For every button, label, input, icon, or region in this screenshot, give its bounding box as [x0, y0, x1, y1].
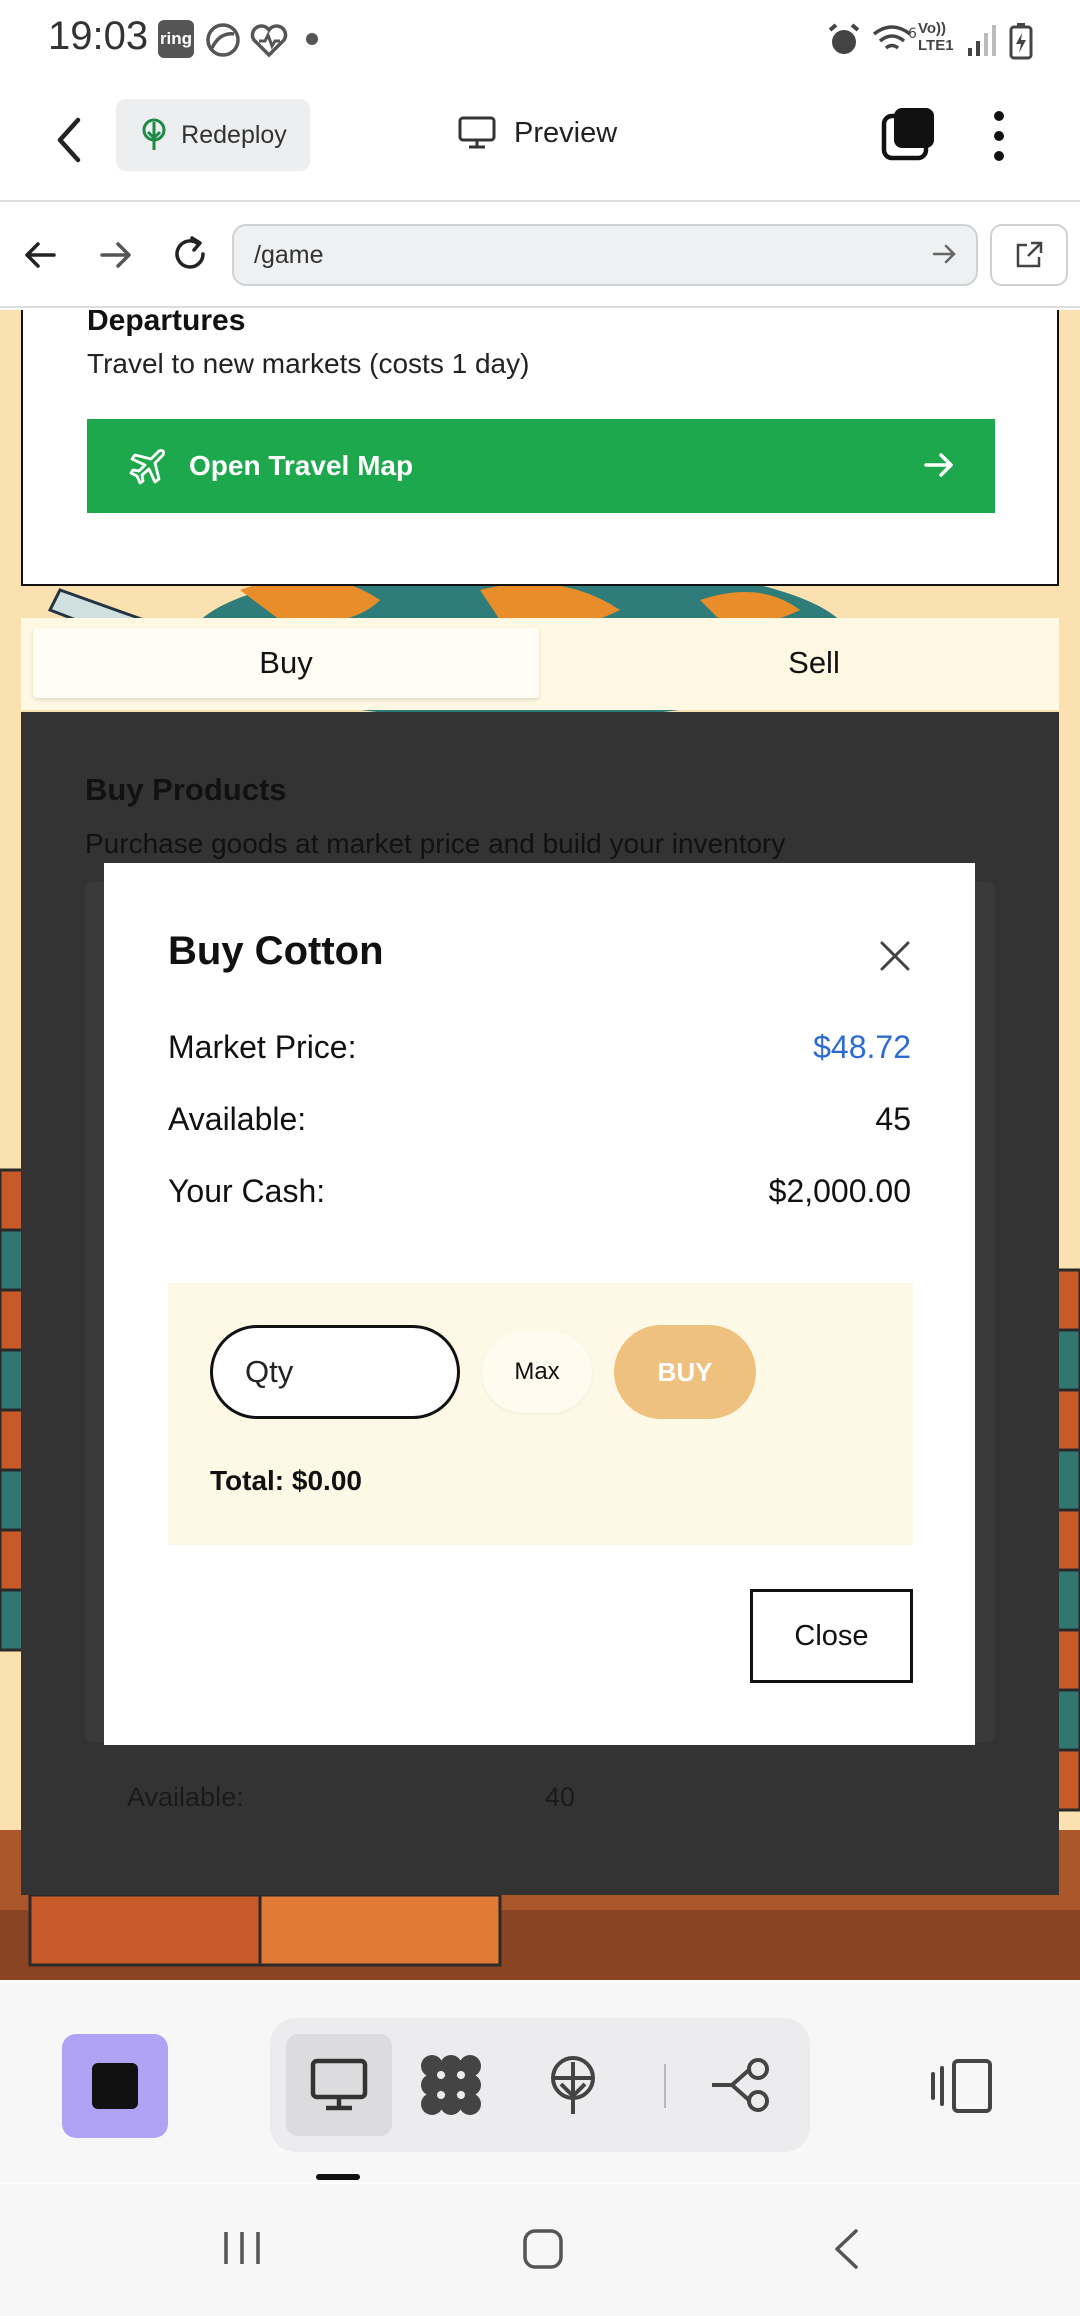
health-icon: [250, 22, 288, 58]
svg-text:6: 6: [908, 26, 917, 42]
toolbar-divider: [664, 2064, 666, 2108]
system-back-icon[interactable]: [832, 2228, 860, 2270]
side-panel-icon[interactable]: [930, 2058, 994, 2114]
external-link-icon: [1014, 240, 1044, 270]
browser-forward-icon[interactable]: [98, 238, 132, 272]
stop-icon: [92, 2063, 138, 2109]
market-price-value: $48.72: [813, 1029, 911, 1065]
url-field[interactable]: /game: [232, 224, 978, 286]
cloud-icon: [204, 22, 240, 58]
workflow-button[interactable]: [688, 2034, 794, 2136]
browser-bar: /game: [0, 204, 1080, 308]
desktop-view-button[interactable]: [286, 2034, 392, 2136]
product-available-value: 40: [545, 1782, 576, 1812]
redeploy-button[interactable]: Redeploy: [116, 99, 310, 171]
available-label: Available:: [168, 1101, 307, 1137]
max-button[interactable]: Max: [482, 1331, 592, 1413]
more-options-icon[interactable]: [992, 110, 1006, 162]
recent-apps-icon[interactable]: [222, 2228, 262, 2268]
buy-products-description: Purchase goods at market price and build…: [85, 828, 786, 859]
bottom-toolbar: [0, 1982, 1080, 2182]
product-available-label: Available:: [127, 1782, 244, 1812]
preview-label: Preview: [514, 116, 618, 149]
go-arrow-icon[interactable]: [932, 242, 956, 266]
back-arrow-icon[interactable]: [52, 114, 86, 166]
trade-box: Max BUY Total: $0.00: [168, 1283, 913, 1545]
ring-app-icon: ring: [158, 20, 194, 58]
monitor-icon: [310, 2058, 368, 2112]
active-tool-indicator: [316, 2174, 360, 2180]
app-header: Redeploy Preview: [0, 80, 1080, 202]
wifi-icon: 6: [872, 22, 918, 58]
url-text: /game: [254, 241, 324, 269]
grid-blob-icon: [418, 2052, 484, 2118]
alarm-icon: [826, 22, 862, 58]
deploy-button[interactable]: [520, 2034, 626, 2136]
browser-back-icon[interactable]: [24, 238, 58, 272]
buy-button[interactable]: BUY: [614, 1325, 756, 1419]
volte-icon: Vo)) LTE1: [918, 20, 954, 54]
view-tool-group: [270, 2018, 810, 2152]
market-price-label: Market Price:: [168, 1029, 357, 1065]
home-icon[interactable]: [522, 2228, 564, 2270]
preview-tab[interactable]: Preview: [458, 116, 617, 150]
dot-icon: [306, 33, 318, 45]
tabs-switcher-icon[interactable]: [880, 106, 936, 162]
signal-icon: [966, 22, 1000, 58]
system-nav-bar: [0, 2184, 1080, 2316]
buy-products-title: Buy Products: [85, 772, 287, 807]
close-icon[interactable]: [878, 939, 912, 973]
monitor-icon: [458, 116, 496, 150]
total-text: Total: $0.00: [210, 1465, 362, 1496]
shapes-button[interactable]: [398, 2034, 504, 2136]
reload-icon[interactable]: [170, 234, 210, 274]
close-button[interactable]: Close: [750, 1589, 913, 1683]
redeploy-tree-icon: [139, 118, 169, 152]
workflow-icon: [710, 2057, 772, 2113]
modal-title: Buy Cotton: [168, 929, 384, 973]
quantity-input[interactable]: [210, 1325, 460, 1419]
clock: 19:03: [48, 14, 149, 58]
open-external-button[interactable]: [990, 224, 1068, 286]
battery-icon: [1008, 22, 1034, 60]
your-cash-value: $2,000.00: [768, 1173, 911, 1209]
status-bar: 19:03 ring 6 Vo)) LTE1: [0, 0, 1080, 80]
buy-modal: Buy Cotton Market Price: $48.72 Availabl…: [104, 863, 975, 1745]
redeploy-label: Redeploy: [181, 120, 287, 149]
your-cash-label: Your Cash:: [168, 1173, 326, 1209]
stop-button[interactable]: [62, 2034, 168, 2138]
available-value: 45: [875, 1101, 911, 1137]
deploy-tree-icon: [546, 2054, 600, 2116]
